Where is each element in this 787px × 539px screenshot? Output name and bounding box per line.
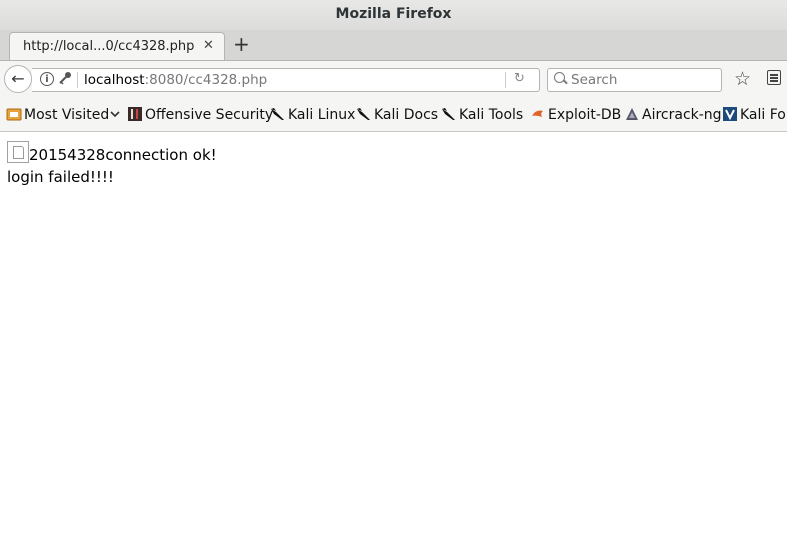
page-content: 20154328connection ok! login failed!!!! [7, 141, 217, 188]
tab-close-icon[interactable]: ✕ [203, 38, 214, 53]
kali-dragon-icon [356, 106, 372, 127]
bookmark-label: Kali Docs [374, 107, 439, 123]
key-icon [58, 71, 72, 89]
search-bar[interactable]: Search [547, 68, 722, 92]
library-icon[interactable] [767, 70, 781, 85]
url-path: :8080/cc4328.php [144, 72, 268, 88]
back-button[interactable]: ← [4, 65, 32, 93]
exploit-db-icon [530, 106, 546, 127]
offsec-icon [127, 106, 143, 127]
aircrack-icon [624, 106, 640, 127]
broken-image-icon [7, 141, 29, 163]
kali-dragon-icon [441, 106, 457, 127]
bookmark-label: Aircrack-ng [642, 107, 722, 123]
url-text[interactable]: localhost:8080/cc4328.php [84, 72, 267, 88]
folder-icon [6, 106, 22, 127]
bookmark-label: Kali For [740, 107, 787, 123]
window-title: Mozilla Firefox [0, 0, 787, 30]
connection-status-text: 20154328connection ok! [29, 146, 217, 164]
bookmark-kali-docs[interactable]: Kali Docs [356, 106, 438, 124]
kali-forums-icon [722, 106, 738, 127]
bookmarks-toolbar: Most Visited Offensive Security Kali Lin… [0, 99, 787, 132]
bookmark-label: Exploit-DB [548, 107, 622, 123]
url-bar[interactable]: i localhost:8080/cc4328.php ↻ [32, 68, 540, 92]
tab-title: http://local...0/cc4328.php [23, 39, 195, 54]
info-icon[interactable]: i [40, 72, 54, 86]
tab-strip: http://local...0/cc4328.php ✕ [0, 30, 787, 61]
bookmark-aircrack-ng[interactable]: Aircrack-ng [624, 106, 722, 124]
chevron-down-icon [109, 107, 121, 123]
kali-dragon-icon [270, 106, 286, 127]
bookmark-offensive-security[interactable]: Offensive Security [127, 106, 273, 124]
search-placeholder: Search [571, 72, 618, 88]
browser-tab[interactable]: http://local...0/cc4328.php ✕ [9, 32, 225, 60]
bookmark-kali-forums[interactable]: Kali For [722, 106, 787, 124]
reload-separator [505, 72, 506, 88]
reload-icon[interactable]: ↻ [514, 71, 525, 86]
nav-toolbar: ← i localhost:8080/cc4328.php ↻ Search ☆ [0, 61, 787, 99]
new-tab-icon[interactable]: + [233, 34, 250, 54]
bookmark-star-icon[interactable]: ☆ [734, 68, 751, 90]
search-icon [554, 72, 565, 83]
bookmark-kali-linux[interactable]: Kali Linux [270, 106, 355, 124]
bookmark-label: Kali Linux [288, 107, 356, 123]
bookmark-label: Most Visited [24, 107, 110, 123]
url-separator [77, 72, 78, 88]
bookmark-label: Kali Tools [459, 107, 524, 123]
url-host: localhost [84, 72, 145, 88]
bookmark-most-visited[interactable]: Most Visited [6, 106, 121, 124]
bookmark-label: Offensive Security [145, 107, 274, 123]
bookmark-kali-tools[interactable]: Kali Tools [441, 106, 523, 124]
login-status-text: login failed!!!! [7, 168, 114, 186]
bookmark-exploit-db[interactable]: Exploit-DB [530, 106, 621, 124]
